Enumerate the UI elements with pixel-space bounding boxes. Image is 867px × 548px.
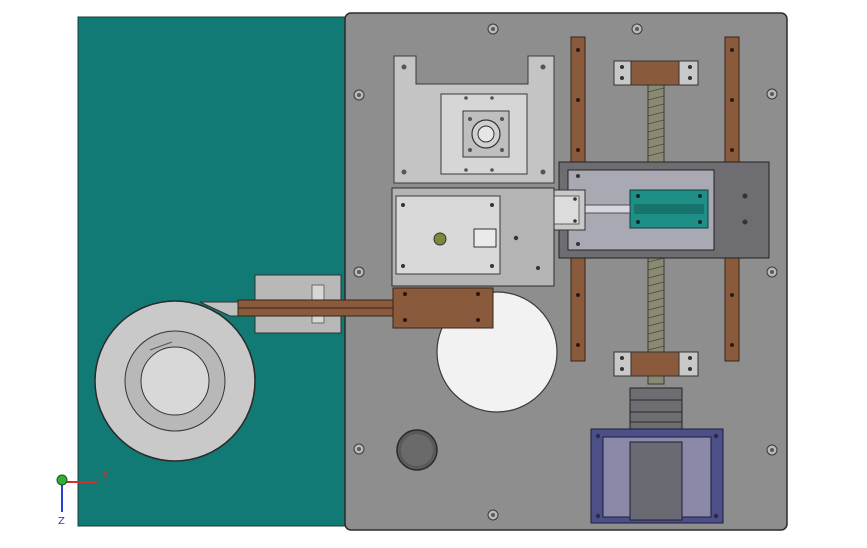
push-rod (583, 204, 631, 214)
assembly-drawing: X Z (56, 12, 788, 531)
cad-viewport[interactable]: X Z (0, 0, 867, 544)
triad-x-label: X (102, 470, 109, 481)
triad-z-label: Z (58, 516, 65, 527)
stepper-motor (629, 441, 683, 521)
motor-coupling (629, 387, 683, 431)
